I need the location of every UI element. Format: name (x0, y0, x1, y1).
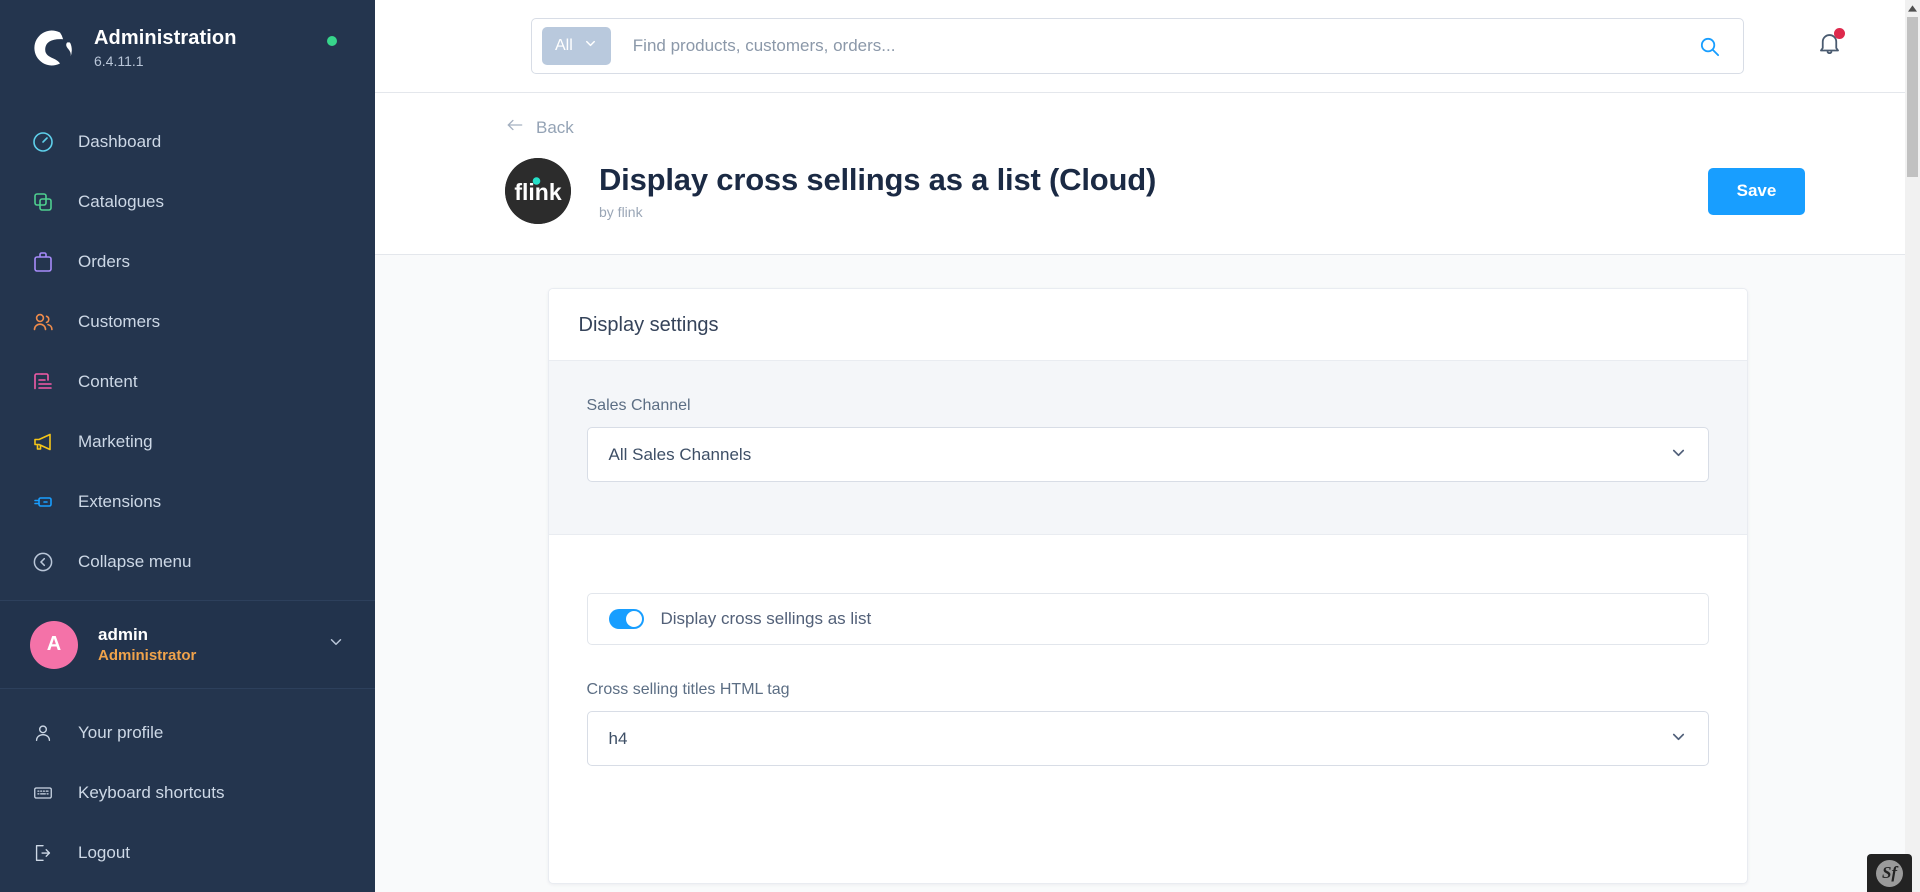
search-scope-label: All (555, 37, 573, 54)
caret-up-icon[interactable] (1905, 0, 1920, 17)
sidebar-item-dashboard[interactable]: Dashboard (0, 112, 375, 172)
user-role: Administrator (98, 646, 197, 664)
sidebar-item-label: Keyboard shortcuts (78, 783, 225, 802)
symfony-logo-icon: Sf (1876, 859, 1903, 887)
page-scrollbar[interactable] (1905, 0, 1920, 892)
flink-logo-icon: flink (505, 158, 571, 224)
sidebar-item-label: Orders (78, 252, 130, 271)
topbar: All (375, 0, 1920, 93)
sidebar-item-your-profile[interactable]: Your profile (0, 703, 375, 763)
sidebar-item-marketing[interactable]: Marketing (0, 412, 375, 472)
chevron-down-icon (583, 36, 598, 56)
content-area: Display settings Sales Channel All Sales… (375, 255, 1920, 892)
sidebar-item-keyboard-shortcuts[interactable]: Keyboard shortcuts (0, 763, 375, 823)
display-as-list-label: Display cross sellings as list (660, 609, 872, 628)
display-options-section: Display cross sellings as list Cross sel… (548, 535, 1747, 806)
card-title: Display settings (578, 314, 719, 336)
sidebar-item-orders[interactable]: Orders (0, 232, 375, 292)
chevron-down-icon (1669, 727, 1688, 751)
main-area: All Find products, customers, orders... … (375, 0, 1920, 892)
html-tag-label: Cross selling titles HTML tag (586, 681, 790, 698)
brand-text: Administration 6.4.11.1 (94, 26, 237, 70)
chevron-down-icon (1669, 443, 1688, 467)
search-scope-selector[interactable]: All (542, 27, 611, 65)
global-search-bar[interactable]: All (531, 18, 1744, 74)
user-text: admin Administrator (98, 624, 307, 666)
user-navigation: Your profile Keyboard shortcuts Logout (0, 688, 375, 883)
back-button[interactable]: Back (505, 115, 574, 140)
extensions-icon (30, 489, 56, 515)
sidebar-item-label: Logout (78, 843, 130, 862)
sidebar: Administration 6.4.11.1 Dashboard Catalo… (0, 0, 375, 892)
extension-header-row: flink Display cross sellings as a list (… (505, 158, 1920, 224)
arrow-left-icon (505, 115, 525, 140)
catalogues-icon (30, 189, 56, 215)
sidebar-item-content[interactable]: Content (0, 352, 375, 412)
logout-icon (30, 840, 56, 866)
sidebar-item-label: Marketing (78, 432, 153, 451)
collapse-menu-icon (30, 549, 56, 575)
sidebar-item-customers[interactable]: Customers (0, 292, 375, 352)
html-tag-value: h4 (608, 728, 628, 748)
sales-channel-section: Sales Channel All Sales Channels (548, 361, 1747, 535)
sales-channel-select[interactable]: All Sales Channels (586, 427, 1709, 482)
user-menu[interactable]: A admin Administrator (0, 600, 375, 688)
back-label: Back (536, 117, 574, 137)
customers-icon (30, 309, 56, 335)
card-header: Display settings (548, 289, 1747, 361)
content-icon (30, 369, 56, 395)
html-tag-select[interactable]: h4 (586, 711, 1709, 766)
sidebar-item-label: Dashboard (78, 132, 162, 151)
sidebar-item-catalogues[interactable]: Catalogues (0, 172, 375, 232)
search-input[interactable] (610, 36, 1686, 56)
brand-title: Administration (94, 27, 237, 50)
page-title: Display cross sellings as a list (Cloud) (599, 162, 1157, 198)
orders-icon (30, 249, 56, 275)
sidebar-item-collapse-menu[interactable]: Collapse menu (0, 532, 375, 592)
sidebar-item-label: Content (78, 372, 138, 391)
display-as-list-toggle[interactable] (608, 609, 644, 629)
sidebar-item-label: Extensions (78, 492, 162, 511)
scrollbar-thumb[interactable] (1907, 17, 1918, 177)
sidebar-item-label: Collapse menu (78, 552, 192, 571)
notification-unread-dot (1834, 28, 1845, 39)
page-header: Back flink Display cross sellings as a l… (375, 93, 1920, 255)
user-icon (30, 720, 56, 746)
extension-title-block: Display cross sellings as a list (Cloud)… (599, 162, 1708, 220)
sidebar-item-label: Catalogues (78, 192, 165, 211)
app-root: Administration 6.4.11.1 Dashboard Catalo… (0, 0, 1920, 892)
display-settings-card: Display settings Sales Channel All Sales… (547, 288, 1748, 884)
sidebar-item-label: Customers (78, 312, 161, 331)
sales-channel-value: All Sales Channels (608, 444, 752, 464)
avatar: A (30, 620, 78, 669)
sidebar-item-label: Your profile (78, 723, 164, 742)
save-button[interactable]: Save (1708, 167, 1805, 215)
main-navigation: Dashboard Catalogues Orders Customers Co… (0, 92, 375, 592)
shopware-logo-icon (30, 26, 74, 70)
display-as-list-row[interactable]: Display cross sellings as list (586, 593, 1709, 645)
sales-channel-label: Sales Channel (586, 397, 691, 414)
brand-block[interactable]: Administration 6.4.11.1 (0, 0, 375, 92)
notifications-button[interactable] (1816, 28, 1845, 62)
search-icon[interactable] (1686, 35, 1733, 58)
extension-author: by flink (599, 203, 643, 220)
dashboard-icon (30, 129, 56, 155)
symfony-profiler-toolbar[interactable]: Sf (1867, 854, 1912, 892)
brand-version: 6.4.11.1 (94, 53, 144, 70)
keyboard-icon (30, 780, 56, 806)
status-online-dot (326, 36, 337, 46)
marketing-icon (30, 429, 56, 455)
chevron-down-icon (327, 633, 345, 656)
user-name: admin (98, 624, 149, 644)
sidebar-item-extensions[interactable]: Extensions (0, 472, 375, 532)
sidebar-item-logout[interactable]: Logout (0, 823, 375, 883)
